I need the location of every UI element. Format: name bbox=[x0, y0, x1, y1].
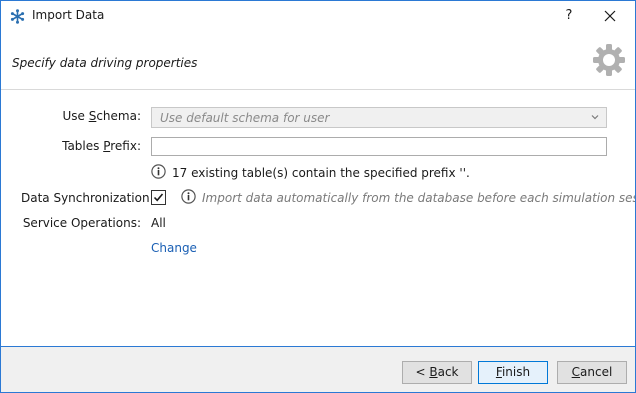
info-icon bbox=[151, 164, 166, 179]
schema-select-value: Use default schema for user bbox=[160, 111, 330, 125]
tables-prefix-input[interactable] bbox=[151, 137, 607, 156]
chevron-down-icon bbox=[591, 115, 599, 120]
info-icon bbox=[181, 189, 196, 204]
use-schema-label: Use Schema: bbox=[62, 109, 141, 123]
data-sync-label: Data Synchronization: bbox=[21, 191, 154, 205]
close-icon[interactable] bbox=[598, 5, 622, 27]
help-button[interactable]: ? bbox=[557, 5, 581, 27]
service-operations-value: All bbox=[151, 216, 166, 230]
data-sync-info-text: Import data automatically from the datab… bbox=[202, 191, 636, 205]
prefix-info-text: 17 existing table(s) contain the specifi… bbox=[172, 166, 470, 180]
checkmark-icon bbox=[153, 193, 164, 202]
back-button[interactable]: < Back bbox=[402, 361, 472, 384]
tables-prefix-label: Tables Prefix: bbox=[62, 139, 141, 153]
gear-icon bbox=[593, 44, 625, 76]
app-asterisk-icon bbox=[10, 9, 25, 24]
change-link[interactable]: Change bbox=[151, 241, 197, 255]
wizard-header: Specify data driving properties bbox=[1, 32, 635, 90]
schema-select[interactable]: Use default schema for user bbox=[151, 107, 607, 128]
cancel-button[interactable]: Cancel bbox=[557, 361, 627, 384]
service-operations-label: Service Operations: bbox=[22, 216, 141, 230]
data-sync-checkbox[interactable] bbox=[151, 190, 166, 205]
dialog-footer: < Back Finish Cancel bbox=[1, 346, 635, 392]
header-subtitle: Specify data driving properties bbox=[12, 56, 198, 70]
import-data-dialog: Import Data ? Specify data driving prope… bbox=[0, 0, 636, 393]
title-bar[interactable]: Import Data ? bbox=[1, 1, 635, 32]
finish-button[interactable]: Finish bbox=[478, 361, 548, 384]
window-title: Import Data bbox=[32, 8, 105, 22]
